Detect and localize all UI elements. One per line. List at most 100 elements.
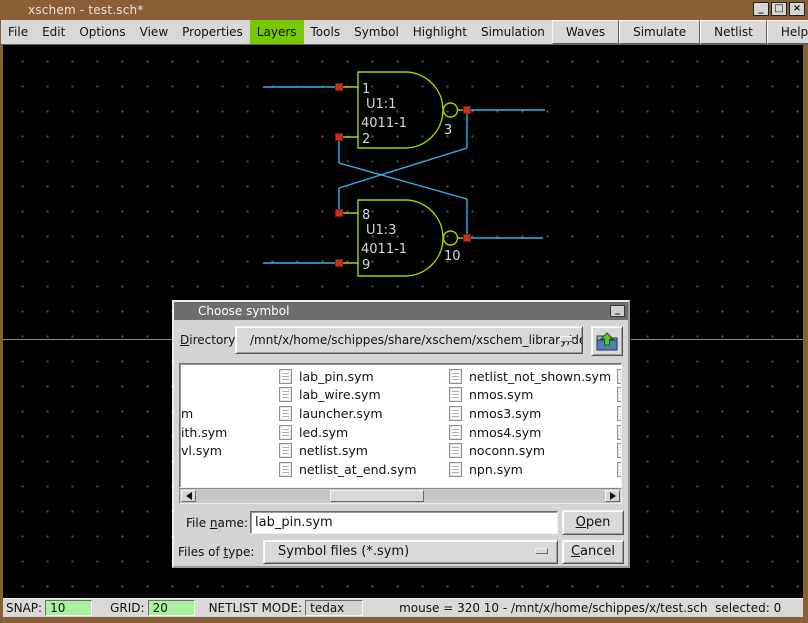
file-item-label: launcher.sym <box>299 406 383 421</box>
gate1-pin-top: 1 <box>362 82 370 97</box>
file-item[interactable]: netlist_not_shown.sym <box>449 367 622 386</box>
file-item-label: netlist_not_shown.sym <box>469 369 611 384</box>
file-item-empty <box>617 441 622 460</box>
file-icon <box>279 443 292 458</box>
files-of-type-dropdown[interactable]: Symbol files (*.sym) <box>263 540 558 564</box>
gate2-pin-out: 10 <box>444 249 461 264</box>
file-item-label: lab_wire.sym <box>299 387 381 402</box>
snap-label: SNAP: <box>6 601 42 615</box>
titlebar[interactable]: xschem - test.sch* _ □ × <box>0 0 808 20</box>
statusbar: SNAP: 10 GRID: 20 NETLIST MODE: tedax mo… <box>3 598 803 617</box>
dialog-titlebar[interactable]: Choose symbol _ <box>174 302 628 320</box>
hscrollbar-thumb[interactable] <box>330 490 424 502</box>
menu-layers[interactable]: Layers <box>250 20 304 44</box>
file-icon <box>449 369 462 384</box>
file-item[interactable]: nmos.sym <box>449 386 622 405</box>
file-item-empty <box>617 423 622 442</box>
file-item[interactable]: noconn.sym <box>449 441 622 460</box>
file-item-empty <box>617 460 622 479</box>
file-item[interactable]: nmos4.sym <box>449 423 622 442</box>
menu-properties[interactable]: Properties <box>175 20 250 44</box>
file-icon <box>279 462 292 477</box>
file-item-label: noconn.sym <box>469 443 545 458</box>
file-item-empty <box>617 386 622 405</box>
file-icon <box>617 369 622 384</box>
file-item-label: nmos.sym <box>469 387 533 402</box>
file-column-4 <box>617 367 622 479</box>
menu-edit[interactable]: Edit <box>35 20 72 44</box>
schematic-canvas[interactable]: 1 U1:1 4011-1 2 3 8 U1:3 4011-1 9 10 Cho… <box>3 45 803 598</box>
directory-dropdown[interactable]: /mnt/x/home/schippes/share/xschem/xschem… <box>235 326 583 354</box>
menu-symbol[interactable]: Symbol <box>347 20 406 44</box>
maximize-icon[interactable]: □ <box>771 2 787 16</box>
dialog-title: Choose symbol <box>198 304 289 318</box>
schematic-labels: 1 U1:1 4011-1 2 3 8 U1:3 4011-1 9 10 <box>361 82 461 273</box>
file-item-label: ith.sym <box>181 425 227 440</box>
file-icon <box>617 406 622 421</box>
file-column-3: netlist_not_shown.sym nmos.sym nmos3.sym nm… <box>449 367 622 479</box>
file-icon <box>617 462 622 477</box>
netlist-button[interactable]: Netlist <box>700 20 767 44</box>
gate1-pin-out: 3 <box>444 123 452 138</box>
pin-markers <box>336 84 471 267</box>
folder-up-button[interactable] <box>591 326 623 356</box>
choose-symbol-dialog: Choose symbol _ Directory: /mnt/x/home/s… <box>172 300 630 568</box>
file-icon <box>279 387 292 402</box>
dropdown-indicator <box>535 548 548 554</box>
file-item-label: m <box>181 406 193 421</box>
netlist-mode-label: NETLIST MODE: <box>209 601 303 615</box>
waves-button[interactable]: Waves <box>552 20 619 44</box>
menu-file[interactable]: File <box>1 20 35 44</box>
status-message: mouse = 320 10 - /mnt/x/home/schippes/x/… <box>399 601 781 615</box>
file-item-label: netlist.sym <box>299 443 368 458</box>
gate2-ref: U1:3 <box>366 223 396 238</box>
files-of-type-label: Files of type: <box>178 538 254 566</box>
file-icon <box>449 387 462 402</box>
menu-highlight[interactable]: Highlight <box>406 20 474 44</box>
scroll-left-icon[interactable] <box>181 490 196 502</box>
menu-options[interactable]: Options <box>72 20 132 44</box>
gate2-pin-bottom: 9 <box>362 258 370 273</box>
file-item-label: vl.sym <box>181 443 222 458</box>
close-icon[interactable]: × <box>789 2 805 16</box>
grid-input[interactable]: 20 <box>148 600 195 616</box>
gate2-part: 4011-1 <box>361 242 407 257</box>
file-item[interactable]: nmos3.sym <box>449 404 622 423</box>
file-item-label: led.sym <box>299 425 348 440</box>
netlist-mode-input[interactable]: tedax <box>305 600 363 616</box>
file-list[interactable]: mith.symvl.symlab_pin.symlab_wire.symlau… <box>179 363 622 488</box>
simulate-button[interactable]: Simulate <box>619 20 700 44</box>
file-name-input[interactable]: lab_pin.sym <box>250 511 558 534</box>
folder-up-icon <box>596 332 618 351</box>
cancel-button[interactable]: Cancel <box>562 540 624 564</box>
file-name-label: File name: <box>186 509 248 537</box>
directory-label: Directory: <box>180 326 239 354</box>
grid-label: GRID: <box>110 601 144 615</box>
xschem-window: xschem - test.sch* _ □ × FileEditOptions… <box>0 0 808 623</box>
files-of-type-value: Symbol files (*.sym) <box>278 544 409 559</box>
file-item-label: nmos4.sym <box>469 425 541 440</box>
file-item-empty <box>617 367 622 386</box>
gate2-pin-top: 8 <box>362 208 370 223</box>
menu-simulation[interactable]: Simulation <box>474 20 552 44</box>
menu-view[interactable]: View <box>133 20 175 44</box>
open-button[interactable]: Open <box>562 510 624 535</box>
file-list-hscrollbar[interactable] <box>179 488 622 504</box>
file-item-empty <box>617 404 622 423</box>
file-icon <box>617 425 622 440</box>
menubar: FileEditOptionsViewPropertiesLayersTools… <box>1 20 807 45</box>
minimize-icon[interactable]: _ <box>753 2 769 16</box>
file-item[interactable]: npn.sym <box>449 460 622 479</box>
file-item-label: npn.sym <box>469 462 523 477</box>
file-icon <box>279 425 292 440</box>
window-title: xschem - test.sch* <box>28 3 144 17</box>
menu-tools[interactable]: Tools <box>304 20 348 44</box>
snap-input[interactable]: 10 <box>45 600 92 616</box>
file-icon <box>279 369 292 384</box>
file-icon <box>279 406 292 421</box>
dialog-iconify-icon[interactable]: _ <box>610 305 625 317</box>
menubar-items: FileEditOptionsViewPropertiesLayersTools… <box>1 20 552 44</box>
scroll-right-icon[interactable] <box>605 490 620 502</box>
file-icon <box>449 462 462 477</box>
menu-help[interactable]: Help <box>767 20 808 44</box>
